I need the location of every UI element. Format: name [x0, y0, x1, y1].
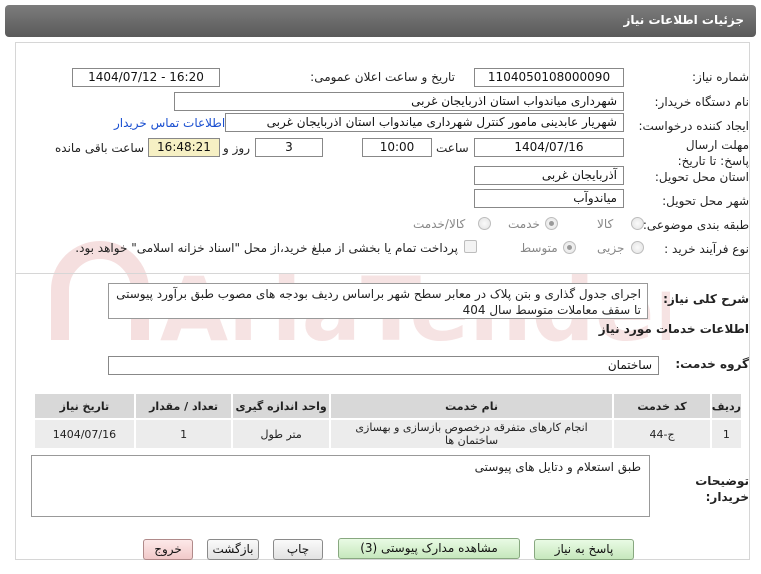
cell-service-name: انجام کارهای متفرقه درخصوص بازسازی و بهس… [328, 418, 615, 450]
exit-button[interactable]: خروج [143, 539, 193, 560]
services-table: ردیف کد خدمت نام خدمت واحد اندازه گیری ت… [33, 392, 744, 450]
category-radio-goods[interactable] [631, 217, 644, 230]
announce-datetime-field: 1404/07/12 - 16:20 [72, 68, 220, 87]
remaining-label: ساعت باقی مانده [55, 141, 145, 155]
buyer-org-field: شهرداری میاندواب استان اذربایجان غربی [174, 92, 624, 111]
divider [16, 273, 749, 274]
requester-field: شهریار عابدینی مامور کنترل شهرداری میاند… [225, 113, 624, 132]
process-option-medium: متوسط [520, 241, 558, 255]
col-header-quantity: تعداد / مقدار [133, 392, 234, 420]
process-radio-medium[interactable] [563, 241, 576, 254]
category-label: طبقه بندی موضوعی: [642, 218, 749, 232]
process-radio-minor[interactable] [631, 241, 644, 254]
view-attachments-button[interactable]: مشاهده مدارک پیوستی (3) [338, 538, 520, 559]
process-option-minor: جزیی [597, 241, 625, 255]
need-number-label: شماره نیاز: [692, 70, 749, 84]
cell-service-code: ج-44 [612, 418, 712, 450]
category-option-goods: کالا [597, 217, 614, 231]
buyer-org-label: نام دستگاه خریدار: [654, 95, 750, 109]
back-button[interactable]: بازگشت [207, 539, 259, 560]
table-row: 1 ج-44 انجام کارهای متفرقه درخصوص بازساز… [33, 418, 744, 450]
col-header-unit: واحد اندازه گیری [231, 392, 331, 420]
service-group-field: ساختمان [108, 356, 659, 375]
deadline-time-label: ساعت [436, 141, 469, 155]
print-button[interactable]: چاپ [273, 539, 323, 560]
table-header-row: ردیف کد خدمت نام خدمت واحد اندازه گیری ت… [33, 392, 744, 420]
category-radio-goods-service[interactable] [478, 217, 491, 230]
col-header-row-num: ردیف [709, 392, 744, 420]
requester-label: ایجاد کننده درخواست: [638, 119, 749, 133]
cell-need-date: 1404/07/16 [33, 418, 136, 450]
province-field: آذربایجان غربی [474, 166, 624, 185]
city-label: شهر محل تحویل: [662, 194, 749, 208]
deadline-label: مهلت ارسال پاسخ: تا تاریخ: [677, 138, 749, 168]
remaining-time-field: 16:48:21 [148, 138, 220, 157]
buyer-contact-link[interactable]: اطلاعات تماس خریدار [114, 116, 225, 130]
need-desc-label: شرح کلی نیاز: [663, 292, 749, 306]
announce-datetime-label: تاریخ و ساعت اعلان عمومی: [310, 70, 455, 84]
services-info-heading: اطلاعات خدمات مورد نیاز [598, 322, 749, 336]
buyer-notes-field: طبق استعلام و دتایل های پیوستی [31, 455, 650, 517]
page-title: جزئیات اطلاعات نیاز [623, 13, 744, 27]
days-label: روز و [223, 141, 250, 155]
deadline-time-field: 10:00 [362, 138, 432, 157]
category-option-goods-service: کالا/خدمت [413, 217, 466, 231]
category-radio-service[interactable] [545, 217, 558, 230]
need-desc-field: اجرای جدول گذاری و بتن پلاک در معابر سطح… [108, 283, 648, 319]
process-type-label: نوع فرآیند خرید : [664, 242, 749, 256]
buyer-notes-label: توضیحات خریدار: [695, 474, 749, 504]
treasury-payment-checkbox[interactable] [464, 240, 477, 253]
days-remaining-field: 3 [255, 138, 323, 157]
col-header-service-code: کد خدمت [612, 392, 712, 420]
header-bar: جزئیات اطلاعات نیاز [5, 5, 756, 37]
province-label: استان محل تحویل: [654, 170, 749, 184]
col-header-service-name: نام خدمت [328, 392, 615, 420]
cell-quantity: 1 [133, 418, 234, 450]
col-header-need-date: تاریخ نیاز [33, 392, 136, 420]
need-number-field: 1104050108000090 [474, 68, 624, 87]
service-group-label: گروه خدمت: [675, 357, 749, 371]
reply-button[interactable]: پاسخ به نیاز [534, 539, 634, 560]
deadline-date-field: 1404/07/16 [474, 138, 624, 157]
cell-row-num: 1 [709, 418, 744, 450]
city-field: میاندوآب [474, 189, 624, 208]
payment-note: پرداخت تمام یا بخشی از مبلغ خرید،از محل … [75, 241, 458, 255]
category-option-service: خدمت [508, 217, 540, 231]
cell-unit: متر طول [231, 418, 331, 450]
